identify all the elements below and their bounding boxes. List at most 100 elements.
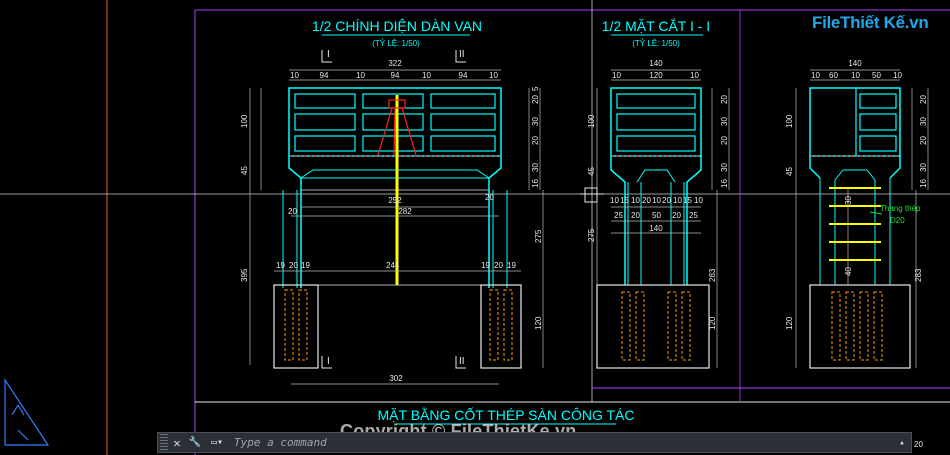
dim-section-mid: 15: [683, 196, 692, 205]
dim-right-inner: 30: [844, 196, 853, 205]
wrench-icon[interactable]: 🔧: [186, 434, 204, 452]
annotation-line: D20: [890, 216, 905, 225]
section-mark: II: [459, 356, 465, 367]
section-dimensions: 140 10 120 10 10 15 10 20 10 20 10 15 10…: [587, 59, 729, 330]
title-front-scale: (TỶ LỆ: 1/50): [372, 39, 420, 48]
prompt-history-icon[interactable]: ▭▾: [204, 434, 230, 452]
dim-front-lower: 19: [481, 261, 490, 270]
annotation-line: Thang thép: [880, 204, 921, 213]
right-view: [795, 69, 929, 369]
dim-front-left: 45: [240, 166, 249, 175]
grip-handle[interactable]: [160, 434, 168, 451]
dim-section-mid: 10: [694, 196, 703, 205]
dim-front-right: 120: [534, 316, 543, 330]
dim-section-mid2: 25: [689, 211, 698, 220]
dim-front-part: 10: [290, 71, 299, 80]
close-icon[interactable]: ✕: [168, 434, 186, 452]
dim-front-part: 10: [356, 71, 365, 80]
dim-front-total: 322: [388, 59, 402, 68]
drawing-canvas[interactable]: 1/2 CHÍNH DIỆN DÀN VAN (TỶ LỆ: 1/50) 1/2…: [0, 0, 950, 455]
dim-right-right: 20: [919, 136, 928, 145]
ucs-icon: [4, 378, 50, 446]
command-line-bar[interactable]: ✕ 🔧 ▭▾ ▴: [157, 432, 912, 453]
dim-right-inner: 40: [844, 267, 853, 276]
dim-section-mid: 10: [631, 196, 640, 205]
dim-front-20: 20: [288, 207, 297, 216]
dim-front-left: 395: [240, 268, 249, 282]
section-mark: I: [327, 356, 330, 367]
section-mark: II: [459, 49, 465, 60]
dim-section-mid2: 50: [652, 211, 661, 220]
dim-front-right: 20: [531, 95, 540, 104]
dim-right-right: 30: [919, 117, 928, 126]
dim-section-mid2: 20: [631, 211, 640, 220]
dim-front-lower: 20: [494, 261, 503, 270]
dim-section-total: 140: [649, 59, 663, 68]
dim-section-140: 140: [649, 224, 663, 233]
dim-section-mid2: 25: [614, 211, 623, 220]
dim-section-right: 16: [720, 179, 729, 188]
dim-section-mid: 10: [673, 196, 682, 205]
dim-front-left: 100: [240, 114, 249, 128]
site-logo: FileThiết Kế.vn: [812, 13, 929, 33]
dim-section-right: 20: [720, 136, 729, 145]
dim-bottom: 20: [914, 440, 923, 449]
section-mark: I: [327, 49, 330, 60]
dim-right-part: 60: [829, 71, 838, 80]
dim-front-lower: 19: [301, 261, 310, 270]
dim-right-part: 10: [851, 71, 860, 80]
dim-front-part: 94: [391, 71, 400, 80]
dim-section-mid2: 20: [672, 211, 681, 220]
dim-section-left: 275: [587, 228, 596, 242]
dim-right-total: 140: [848, 59, 862, 68]
dim-front-right: 275: [534, 229, 543, 243]
dim-front-part: 10: [422, 71, 431, 80]
dim-section-left: 45: [587, 167, 596, 176]
dim-section-left: 100: [587, 114, 596, 128]
dim-front-lower: 20: [289, 261, 298, 270]
dim-front-right: 30: [531, 163, 540, 172]
dim-section-right: 30: [720, 163, 729, 172]
section-marks: I II I II: [321, 49, 466, 369]
dim-right-left: 45: [785, 167, 794, 176]
drawing-frame: [0, 0, 950, 455]
dim-right-part: 10: [811, 71, 820, 80]
dim-right-right: 283: [914, 268, 923, 282]
dim-front-lower: 19: [276, 261, 285, 270]
dim-front-part: 94: [459, 71, 468, 80]
chevron-up-icon[interactable]: ▴: [893, 434, 911, 452]
dim-section-right: 20: [720, 95, 729, 104]
dim-front-right: 5: [531, 86, 540, 91]
dim-section-right: 120: [708, 316, 717, 330]
dim-front-bottom: 302: [389, 374, 403, 383]
dim-front-right: 16: [531, 179, 540, 188]
dim-front-282: 282: [398, 207, 412, 216]
dim-section-right: 30: [720, 117, 729, 126]
dim-right-left: 120: [785, 316, 794, 330]
dim-front-right: 30: [531, 117, 540, 126]
title-section-scale: (TỶ LỆ: 1/50): [632, 39, 680, 48]
dim-section-mid: 10: [610, 196, 619, 205]
dim-section-mid: 15: [620, 196, 629, 205]
dim-front-20: 20: [485, 193, 494, 202]
dim-section-mid: 20: [662, 196, 671, 205]
command-input[interactable]: [230, 433, 893, 452]
dim-section-part: 120: [649, 71, 663, 80]
dim-front-part: 10: [489, 71, 498, 80]
dim-section-part: 10: [612, 71, 621, 80]
dim-front-252: 252: [388, 196, 402, 205]
dim-front-lower: 244: [386, 261, 400, 270]
logo-text: FileThiết Kế.vn: [812, 13, 929, 32]
dim-front-right: 20: [531, 136, 540, 145]
title-section: 1/2 MẶT CẮT I - I: [602, 17, 710, 34]
dim-section-mid: 10: [652, 196, 661, 205]
dim-right-right: 30: [919, 163, 928, 172]
dim-section-right: 283: [708, 268, 717, 282]
dim-front-lower: 19: [507, 261, 516, 270]
dim-front-part: 94: [320, 71, 329, 80]
dim-right-part: 10: [893, 71, 902, 80]
dim-section-part: 10: [690, 71, 699, 80]
dim-section-mid: 20: [642, 196, 651, 205]
dim-right-right: 20: [919, 95, 928, 104]
dim-right-left: 100: [785, 114, 794, 128]
